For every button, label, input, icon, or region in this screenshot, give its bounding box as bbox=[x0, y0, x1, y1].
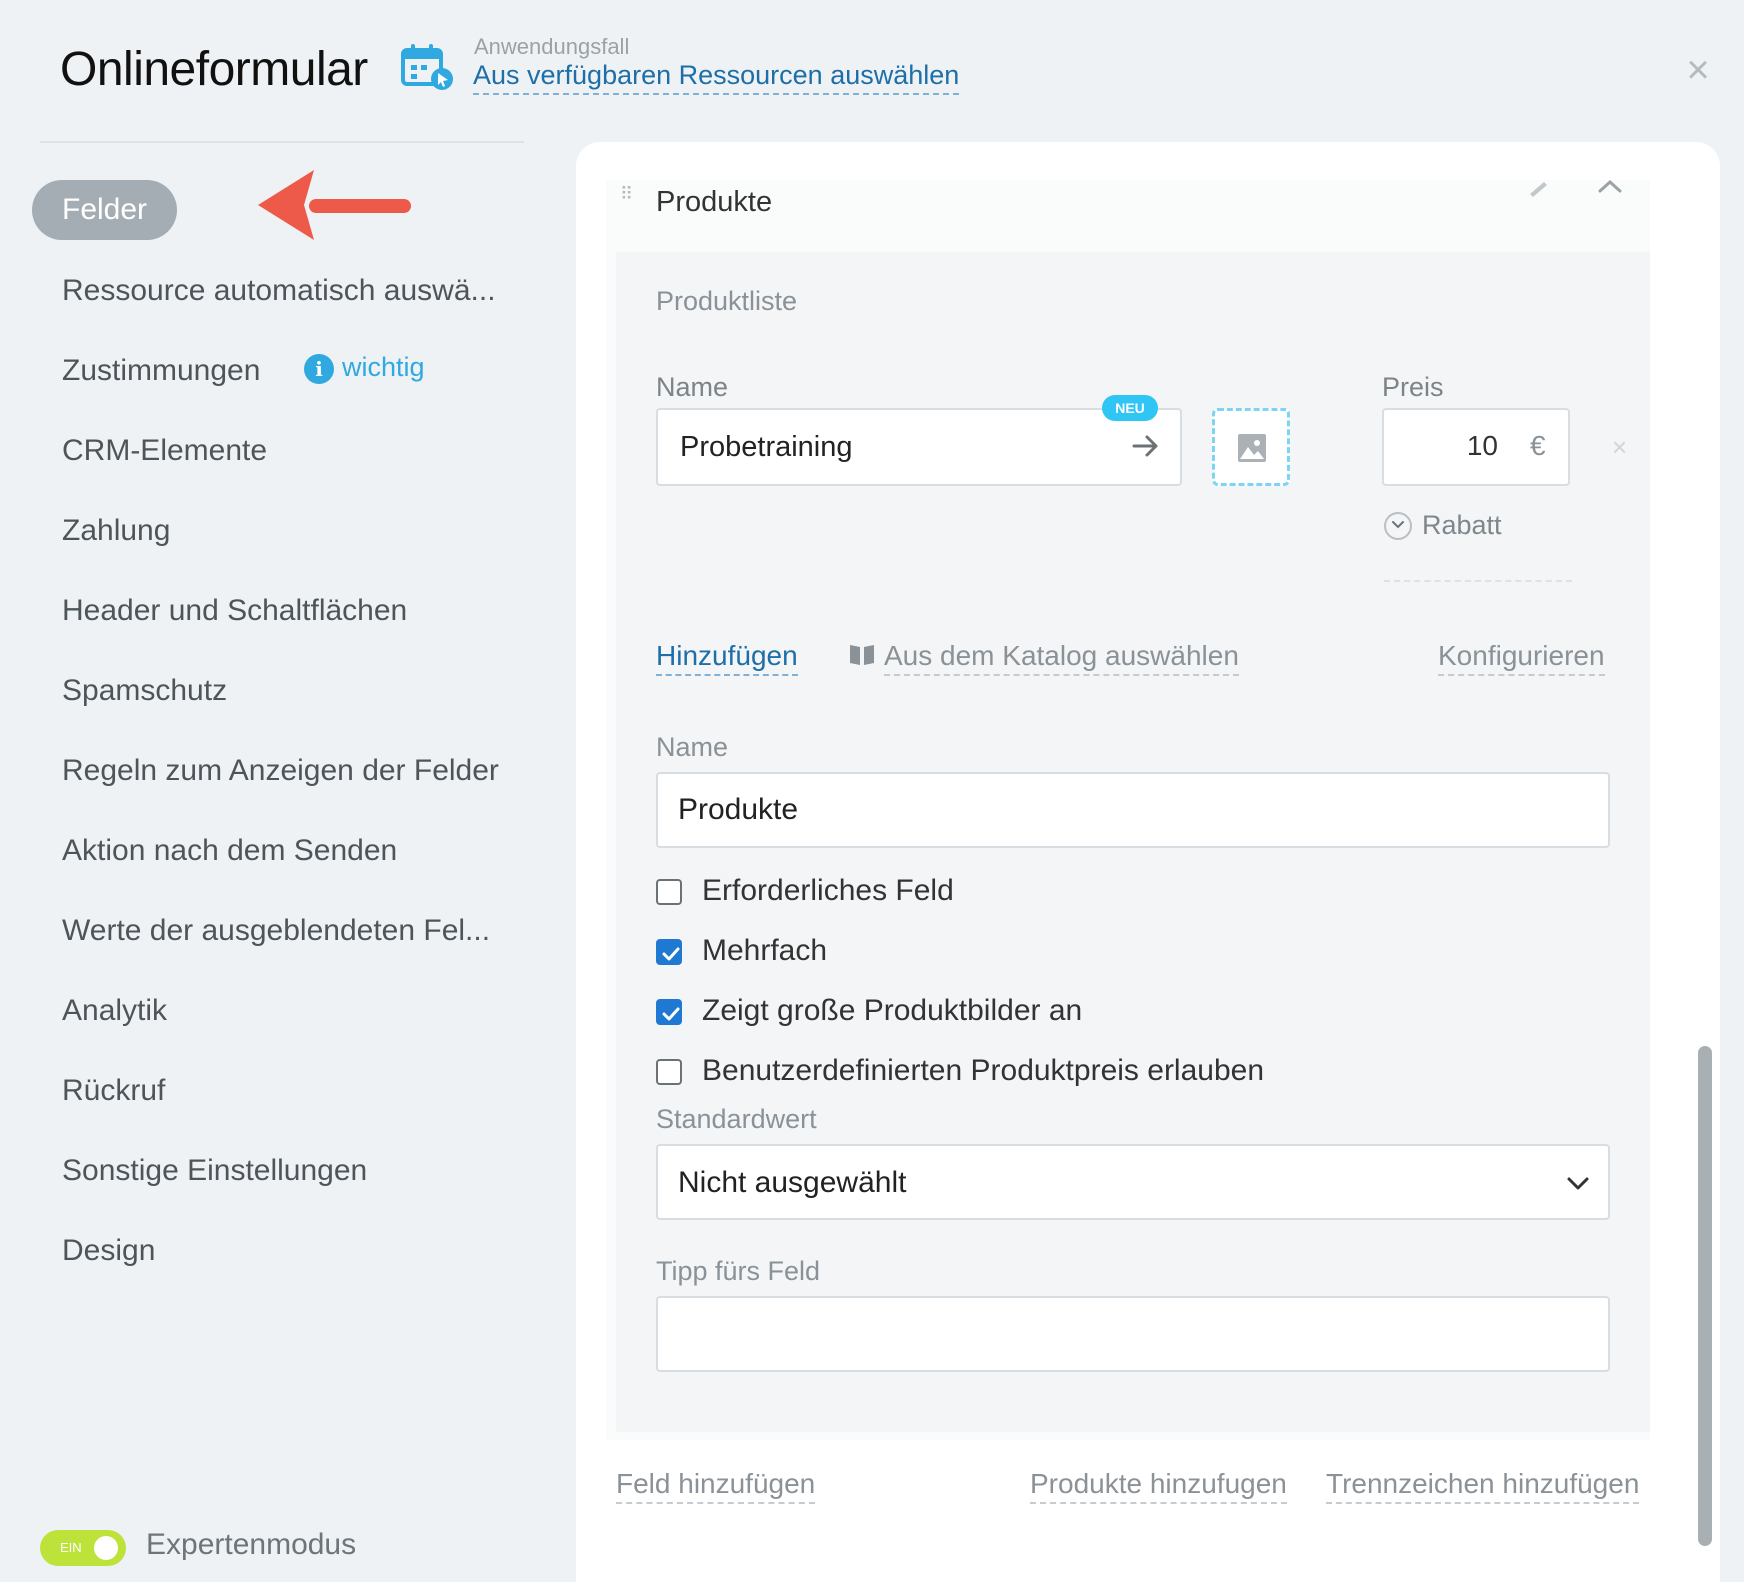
calendar-cursor-icon bbox=[401, 44, 453, 90]
close-icon[interactable]: × bbox=[1680, 50, 1716, 90]
sidebar-item-crm-elemente[interactable]: CRM-Elemente bbox=[62, 434, 267, 468]
drag-handle-icon[interactable]: ⠿ bbox=[620, 184, 633, 205]
usecase-link[interactable]: Aus verfügbaren Ressourcen auswählen bbox=[473, 60, 960, 95]
remove-product-icon[interactable]: × bbox=[1612, 432, 1627, 463]
required-field-label: Erforderliches Feld bbox=[702, 874, 954, 907]
large-images-checkbox[interactable] bbox=[656, 999, 682, 1025]
important-label[interactable]: wichtig bbox=[342, 352, 425, 383]
chevron-down-icon bbox=[1567, 1177, 1589, 1190]
sidebar-item-design[interactable]: Design bbox=[62, 1234, 155, 1268]
toggle-knob bbox=[94, 1536, 118, 1560]
catalog-select-link[interactable]: Aus dem Katalog auswählen bbox=[884, 640, 1239, 676]
multiple-checkbox[interactable] bbox=[656, 939, 682, 965]
product-image-upload[interactable] bbox=[1212, 408, 1290, 486]
chevron-down-small-icon bbox=[1392, 521, 1404, 529]
price-value: 10 bbox=[1466, 430, 1498, 461]
sidebar-item-werte[interactable]: Werte der ausgeblendeten Fel... bbox=[62, 914, 490, 948]
arrow-annotation bbox=[258, 170, 411, 240]
usecase-caption: Anwendungsfall bbox=[474, 34, 630, 59]
image-icon bbox=[1238, 434, 1266, 462]
discount-label[interactable]: Rabatt bbox=[1422, 510, 1502, 541]
discount-toggle-icon[interactable] bbox=[1384, 512, 1412, 540]
add-separator-link[interactable]: Trennzeichen hinzufügen bbox=[1326, 1468, 1640, 1504]
app-title: Onlineformular bbox=[60, 43, 368, 96]
multiple-label: Mehrfach bbox=[702, 934, 828, 967]
toggle-state-text: EIN bbox=[60, 1540, 82, 1555]
required-field-checkbox[interactable] bbox=[656, 879, 682, 905]
price-label: Preis bbox=[1382, 372, 1444, 402]
default-value-label: Standardwert bbox=[656, 1104, 817, 1134]
product-name-label: Name bbox=[656, 372, 729, 402]
arrow-right-icon[interactable] bbox=[1130, 430, 1162, 462]
scrollbar[interactable] bbox=[1698, 1046, 1712, 1546]
discount-divider bbox=[1384, 580, 1572, 582]
expert-mode-label: Expertenmodus bbox=[146, 1528, 357, 1561]
new-badge: NEU bbox=[1102, 395, 1158, 421]
sidebar-item-sonstige[interactable]: Sonstige Einstellungen bbox=[62, 1154, 367, 1188]
chevron-up-icon[interactable] bbox=[1596, 176, 1624, 196]
field-hint-input[interactable] bbox=[656, 1296, 1610, 1372]
expert-mode-toggle[interactable]: EIN bbox=[40, 1530, 126, 1566]
sidebar-item-analytik[interactable]: Analytik bbox=[62, 994, 167, 1028]
product-name-input[interactable] bbox=[656, 408, 1182, 486]
custom-price-checkbox[interactable] bbox=[656, 1059, 682, 1085]
sidebar-item-zustimmungen[interactable]: Zustimmungen bbox=[62, 354, 260, 388]
sidebar-item-rueckruf[interactable]: Rückruf bbox=[62, 1074, 165, 1108]
custom-price-label: Benutzerdefinierten Produktpreis erlaube… bbox=[702, 1054, 1265, 1087]
add-field-link[interactable]: Feld hinzufügen bbox=[616, 1468, 816, 1504]
sidebar-item-header[interactable]: Header und Schaltflächen bbox=[62, 594, 407, 628]
sidebar-item-felder[interactable]: Felder bbox=[32, 180, 178, 240]
sidebar-item-zahlung[interactable]: Zahlung bbox=[62, 514, 170, 548]
field-name-label: Name bbox=[656, 732, 729, 762]
field-name-input[interactable] bbox=[656, 772, 1610, 848]
field-hint-label: Tipp fürs Feld bbox=[656, 1256, 821, 1286]
add-product-link[interactable]: Hinzufügen bbox=[656, 640, 798, 676]
checkmark-icon bbox=[662, 1007, 680, 1021]
price-currency: € bbox=[1530, 430, 1546, 461]
default-value-selected: Nicht ausgewählt bbox=[678, 1166, 907, 1199]
sidebar-item-ressource[interactable]: Ressource automatisch auswä... bbox=[62, 274, 496, 308]
sidebar-item-aktion[interactable]: Aktion nach dem Senden bbox=[62, 834, 397, 868]
sidebar-item-regeln[interactable]: Regeln zum Anzeigen der Felder bbox=[62, 754, 499, 788]
sidebar-item-spamschutz[interactable]: Spamschutz bbox=[62, 674, 227, 708]
info-icon: i bbox=[304, 354, 334, 384]
field-card-title: Produkte bbox=[656, 186, 773, 218]
product-list-label: Produktliste bbox=[656, 286, 798, 316]
book-icon bbox=[850, 645, 874, 665]
configure-link[interactable]: Konfigurieren bbox=[1438, 640, 1605, 676]
add-products-link[interactable]: Produkte hinzufugen bbox=[1030, 1468, 1287, 1504]
checkmark-icon bbox=[662, 947, 680, 961]
sidebar-divider bbox=[40, 141, 524, 143]
edit-icon[interactable] bbox=[1526, 178, 1550, 198]
large-images-label: Zeigt große Produktbilder an bbox=[702, 994, 1083, 1027]
default-value-select[interactable]: Nicht ausgewählt bbox=[656, 1144, 1610, 1220]
